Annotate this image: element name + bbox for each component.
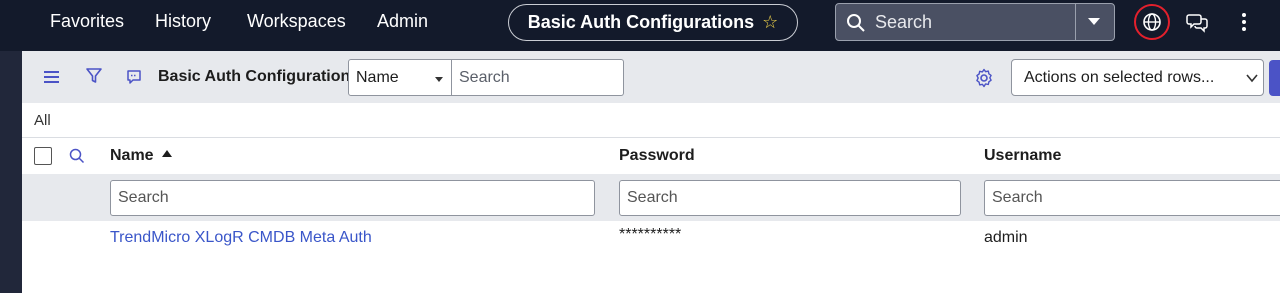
column-header-password[interactable]: Password: [619, 147, 695, 165]
hamburger-menu-icon[interactable]: [44, 70, 60, 84]
password-filter-input[interactable]: Search: [619, 180, 961, 216]
divider: [1075, 4, 1076, 40]
search-icon[interactable]: [69, 148, 85, 164]
search-field-value: Name: [356, 69, 399, 86]
select-all-checkbox[interactable]: [34, 147, 52, 165]
username-cell: admin: [984, 229, 1028, 246]
left-rail: [0, 51, 22, 293]
nav-workspaces[interactable]: Workspaces: [247, 11, 346, 32]
chevron-down-icon: [1246, 74, 1258, 83]
record-name-link[interactable]: TrendMicro XLogR CMDB Meta Auth: [110, 229, 372, 247]
divider: [22, 137, 1280, 138]
comment-icon[interactable]: [126, 69, 142, 85]
globe-icon: [1143, 13, 1161, 31]
password-cell: **********: [619, 226, 682, 243]
more-options-button[interactable]: [1236, 11, 1252, 38]
search-field-select[interactable]: Name: [348, 59, 452, 96]
chat-icon: [1186, 14, 1208, 33]
caret-down-icon: [435, 77, 443, 82]
list-search-input[interactable]: Search: [452, 59, 624, 96]
page-title-pill[interactable]: Basic Auth Configurations ☆: [508, 4, 798, 41]
username-filter-input[interactable]: Search: [984, 180, 1280, 216]
actions-select-label: Actions on selected rows...: [1024, 69, 1215, 86]
kebab-menu-icon: [1242, 13, 1246, 31]
nav-admin[interactable]: Admin: [377, 11, 428, 32]
top-navigation: Favorites History Workspaces Admin Basic…: [0, 0, 1280, 51]
chevron-down-icon[interactable]: [1088, 18, 1100, 25]
search-icon: [847, 14, 865, 32]
star-icon[interactable]: ☆: [762, 12, 778, 33]
global-search[interactable]: Search: [835, 3, 1115, 41]
filter-icon[interactable]: [85, 67, 103, 85]
new-button-partial[interactable]: [1269, 60, 1280, 96]
list-toolbar: Basic Auth Configurations Name Search Ac…: [22, 51, 1280, 103]
gear-icon[interactable]: [974, 68, 994, 88]
chat-button[interactable]: [1186, 11, 1208, 38]
name-filter-input[interactable]: Search: [110, 180, 595, 216]
global-search-input[interactable]: Search: [875, 12, 932, 33]
page-title: Basic Auth Configurations: [527, 12, 755, 32]
nav-favorites[interactable]: Favorites: [50, 11, 124, 32]
column-header-label: Name: [110, 147, 154, 164]
breadcrumb[interactable]: All: [34, 112, 51, 129]
column-header-name[interactable]: Name: [110, 147, 172, 165]
actions-select[interactable]: Actions on selected rows...: [1011, 59, 1264, 96]
nav-history[interactable]: History: [155, 11, 211, 32]
sort-ascending-icon: [161, 150, 172, 157]
column-filter-row: Search Search Search: [22, 174, 1280, 221]
list-title: Basic Auth Configurations: [158, 68, 360, 85]
globe-button[interactable]: [1134, 4, 1170, 40]
column-header-username[interactable]: Username: [984, 147, 1061, 165]
